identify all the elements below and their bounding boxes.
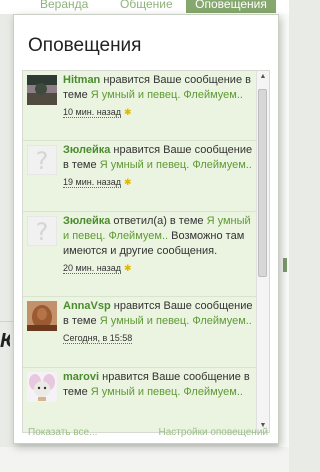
panel-title: Оповещения (28, 35, 142, 56)
topic-link[interactable]: Я умный и певец. Флеймуем.. (100, 159, 252, 171)
list-scrollbar[interactable]: ▲ ▼ (256, 71, 269, 432)
new-star-icon: ✱ (123, 263, 132, 273)
user-link[interactable]: AnnaVsp (63, 300, 111, 312)
page-heading-fragment: Ю (0, 330, 10, 370)
topic-link[interactable]: Я умный и певец. Флеймуем.. (100, 315, 252, 327)
tab-obshchenie[interactable]: Общение (120, 0, 180, 13)
notification-text: Зюлейка нравится Ваше сообщение в теме Я… (63, 143, 255, 190)
panel-footer: Показать все... Настройки оповещений (28, 427, 268, 443)
scrollbar-thumb[interactable] (258, 89, 267, 277)
timestamp: Сегодня, в 15:58 (63, 333, 133, 344)
default-avatar-icon[interactable]: ? (27, 216, 57, 246)
notification-item[interactable]: AnnaVsp нравится Ваше сообщение в теме Я… (23, 297, 259, 368)
notification-text: AnnaVsp нравится Ваше сообщение в теме Я… (63, 299, 255, 346)
user-link[interactable]: Зюлейка (63, 144, 110, 156)
svg-text:?: ? (36, 147, 49, 175)
page-background-right (279, 0, 289, 472)
tab-veranda[interactable]: Веранда (40, 0, 112, 13)
timestamp: 10 мин. назад ✱ (63, 107, 132, 118)
action-text: ответил(а) в теме (113, 215, 204, 227)
notification-text: marovi нравится Ваше сообщение в теме Я … (63, 370, 255, 400)
notifications-panel: Оповещения Hitman нравится Ваше сообщени… (13, 14, 279, 444)
notification-text: Зюлейка ответил(а) в теме Я умный и певе… (63, 214, 255, 276)
default-avatar-icon[interactable]: ? (27, 145, 57, 175)
user-link[interactable]: Зюлейка (63, 215, 110, 227)
user-link[interactable]: Hitman (63, 74, 100, 86)
notification-item[interactable]: ? Зюлейка нравится Ваше сообщение в теме… (23, 141, 259, 212)
notification-item[interactable]: Hitman нравится Ваше сообщение в теме Я … (23, 71, 259, 141)
show-all-link[interactable]: Показать все... (28, 427, 97, 438)
user-avatar[interactable] (27, 372, 57, 402)
notification-settings-link[interactable]: Настройки оповещений (159, 427, 268, 438)
page-side-stripe (283, 258, 287, 272)
new-star-icon: ✱ (123, 177, 132, 187)
page-divider (0, 321, 14, 322)
tab-notifications[interactable]: Оповещения (186, 0, 276, 13)
user-avatar[interactable] (27, 75, 57, 105)
notification-item[interactable]: ? Зюлейка ответил(а) в теме Я умный и пе… (23, 212, 259, 297)
user-avatar[interactable] (27, 301, 57, 331)
notification-text: Hitman нравится Ваше сообщение в теме Я … (63, 73, 255, 120)
notifications-list[interactable]: Hitman нравится Ваше сообщение в теме Я … (22, 70, 270, 433)
topic-link[interactable]: Я умный и певец. Флеймуем.. (91, 89, 243, 101)
top-navigation-tabs: Веранда Общение Оповещения (0, 0, 289, 14)
notification-item[interactable]: marovi нравится Ваше сообщение в теме Я … (23, 368, 259, 432)
timestamp: 19 мин. назад ✱ (63, 177, 132, 188)
new-star-icon: ✱ (123, 107, 132, 117)
topic-link[interactable]: Я умный и певец. Флеймуем.. (91, 386, 243, 398)
svg-text:?: ? (36, 218, 49, 246)
scroll-up-arrow-icon[interactable]: ▲ (259, 73, 267, 81)
user-link[interactable]: marovi (63, 371, 99, 383)
timestamp: 20 мин. назад ✱ (63, 263, 132, 274)
page-background-bottom (0, 447, 289, 472)
